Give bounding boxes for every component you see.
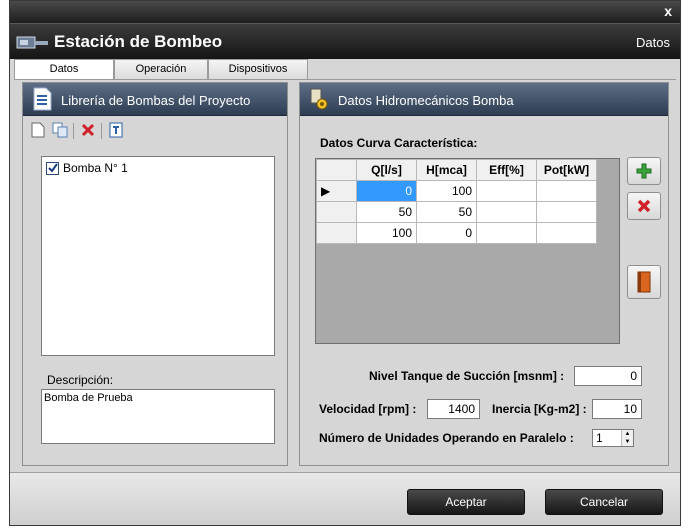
inercia-field[interactable]: 10 <box>592 399 642 419</box>
table-cell[interactable] <box>536 222 597 244</box>
nivel-field[interactable]: 0 <box>574 366 642 386</box>
delete-icon[interactable] <box>79 121 97 139</box>
header-section-label: Datos <box>636 35 670 50</box>
dialog-footer: Aceptar Cancelar <box>10 472 680 525</box>
tab-operacion[interactable]: Operación <box>114 59 208 79</box>
column-header[interactable]: Pot[kW] <box>536 159 597 181</box>
velocidad-label: Velocidad [rpm] : <box>319 402 417 416</box>
pump-checkbox[interactable] <box>46 161 59 175</box>
delete-icon <box>637 199 651 213</box>
pump-library-header: Librería de Bombas del Proyecto <box>23 83 287 116</box>
accept-button[interactable]: Aceptar <box>407 489 525 515</box>
table-cell[interactable] <box>476 180 537 202</box>
hydro-data-header: Datos Hidromecánicos Bomba <box>300 83 668 116</box>
tab-divider <box>14 79 676 80</box>
table-cell[interactable]: 50 <box>356 201 417 223</box>
row-header[interactable] <box>316 201 357 223</box>
table-cell[interactable] <box>476 222 537 244</box>
current-row-arrow-icon: ▶ <box>316 180 357 202</box>
book-icon <box>637 271 651 293</box>
toolbar-separator <box>101 123 102 139</box>
pump-library-title: Librería de Bombas del Proyecto <box>61 93 251 108</box>
close-icon[interactable]: x <box>664 3 672 19</box>
nivel-label: Nivel Tanque de Succión [msnm] : <box>369 369 565 383</box>
hydro-data-title: Datos Hidromecánicos Bomba <box>338 93 514 108</box>
new-file-icon[interactable] <box>29 121 47 139</box>
title-bar[interactable]: x <box>10 1 680 23</box>
row-header[interactable] <box>316 222 357 244</box>
delete-row-button[interactable] <box>627 192 661 220</box>
description-label: Descripción: <box>47 373 114 387</box>
inercia-label: Inercia [Kg-m2] : <box>492 402 587 416</box>
curve-data-grid[interactable]: Q[l/s] H[mca] Eff[%] Pot[kW] ▶ 0 100 50 … <box>315 158 620 344</box>
pump-station-icon <box>16 36 48 49</box>
pump-library-panel: Librería de Bombas del Proyecto Bomba N°… <box>22 82 288 466</box>
unidades-value: 1 <box>596 431 603 445</box>
curve-table: Q[l/s] H[mca] Eff[%] Pot[kW] ▶ 0 100 50 … <box>316 159 597 244</box>
add-row-button[interactable] <box>627 157 661 185</box>
toolbar-separator <box>73 123 74 139</box>
library-book-button[interactable] <box>627 265 661 299</box>
description-field[interactable]: Bomba de Prueba <box>41 389 275 444</box>
pump-item-label: Bomba N° 1 <box>63 161 128 175</box>
table-cell[interactable]: 100 <box>416 180 477 202</box>
table-cell[interactable]: 50 <box>416 201 477 223</box>
pump-station-window: x Estación de Bombeo Datos Datos Operaci… <box>9 0 681 526</box>
velocidad-field[interactable]: 1400 <box>427 399 480 419</box>
table-cell[interactable]: 0 <box>416 222 477 244</box>
table-cell[interactable]: 0 <box>356 180 417 202</box>
table-row[interactable]: 100 0 <box>316 222 597 244</box>
table-cell[interactable]: 100 <box>356 222 417 244</box>
curve-label: Datos Curva Característica: <box>320 136 478 150</box>
cancel-button[interactable]: Cancelar <box>545 489 663 515</box>
window-header: Estación de Bombeo Datos <box>10 23 680 59</box>
document-list-icon <box>33 87 52 111</box>
spinner-arrows-icon[interactable]: ▲ ▼ <box>621 430 633 446</box>
table-row[interactable]: ▶ 0 100 <box>316 180 597 202</box>
pump-list[interactable]: Bomba N° 1 <box>41 156 275 356</box>
table-cell[interactable] <box>536 180 597 202</box>
list-item[interactable]: Bomba N° 1 <box>46 161 128 175</box>
export-icon[interactable] <box>107 121 125 139</box>
tab-bar: Datos Operación Dispositivos <box>14 59 678 80</box>
unidades-stepper[interactable]: 1 ▲ ▼ <box>592 429 634 447</box>
add-icon <box>636 163 652 179</box>
column-header[interactable]: H[mca] <box>416 159 477 181</box>
row-header-corner <box>316 159 357 181</box>
column-header[interactable]: Eff[%] <box>476 159 537 181</box>
page-title: Estación de Bombeo <box>54 32 223 51</box>
column-header[interactable]: Q[l/s] <box>356 159 417 181</box>
tab-dispositivos[interactable]: Dispositivos <box>208 59 308 79</box>
tab-datos[interactable]: Datos <box>14 59 114 80</box>
table-cell[interactable] <box>476 201 537 223</box>
unidades-label: Número de Unidades Operando en Paralelo … <box>319 431 574 445</box>
table-cell[interactable] <box>536 201 597 223</box>
pump-gear-icon <box>310 88 328 110</box>
table-row[interactable]: 50 50 <box>316 201 597 223</box>
hydro-data-panel: Datos Hidromecánicos Bomba Datos Curva C… <box>299 82 669 466</box>
copy-icon[interactable] <box>51 121 69 139</box>
table-header-row: Q[l/s] H[mca] Eff[%] Pot[kW] <box>316 159 597 181</box>
